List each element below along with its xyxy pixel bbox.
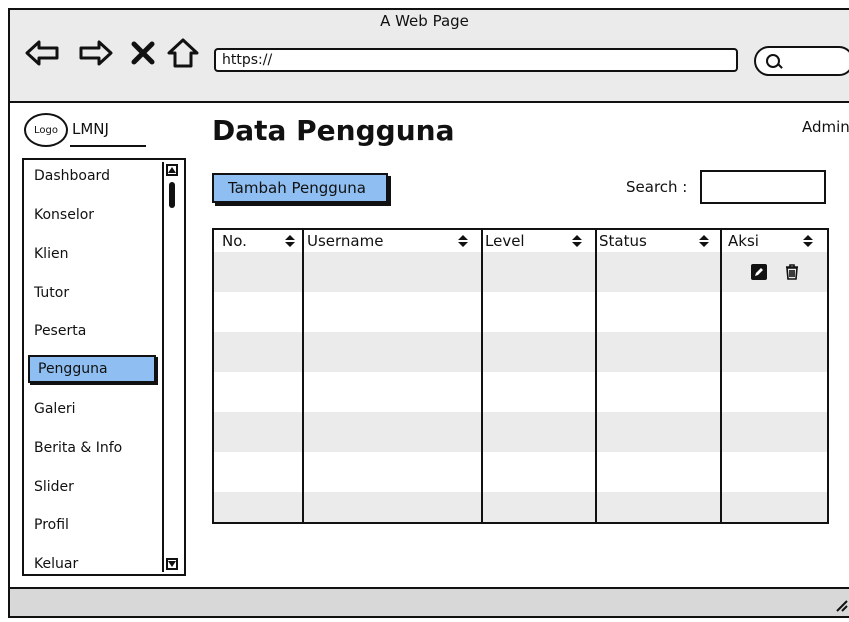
edit-icon[interactable] xyxy=(751,264,767,280)
sort-icon[interactable] xyxy=(802,234,814,248)
page-title: Data Pengguna xyxy=(212,114,455,147)
table-row xyxy=(214,412,827,452)
add-user-button[interactable]: Tambah Pengguna xyxy=(212,173,388,203)
logo: Logo xyxy=(24,113,68,147)
table-row xyxy=(214,252,827,292)
close-x-icon[interactable] xyxy=(124,34,162,72)
table-row xyxy=(214,292,827,332)
home-icon[interactable] xyxy=(164,34,202,72)
user-menu[interactable]: Admin xyxy=(802,118,849,136)
sidebar-item-tutor[interactable]: Tutor xyxy=(34,285,69,301)
users-table: No. Username Level Status Aksi xyxy=(212,228,829,524)
column-header-level[interactable]: Level xyxy=(485,232,525,250)
table-row xyxy=(214,452,827,492)
scroll-thumb[interactable] xyxy=(169,182,175,208)
sidebar-scrollbar[interactable] xyxy=(162,162,180,572)
column-header-aksi[interactable]: Aksi xyxy=(728,232,759,250)
sort-icon[interactable] xyxy=(698,234,710,248)
logo-name: LMNJ xyxy=(72,120,109,138)
trash-icon[interactable] xyxy=(784,264,800,280)
search-input[interactable] xyxy=(700,170,826,204)
sidebar-item-pengguna[interactable]: Pengguna xyxy=(28,355,156,383)
resize-grip-icon[interactable] xyxy=(834,598,848,612)
logo-underline xyxy=(70,145,146,147)
url-bar[interactable]: https:// xyxy=(214,48,738,72)
column-divider xyxy=(595,230,597,522)
forward-arrow-icon[interactable] xyxy=(76,34,114,72)
table-row xyxy=(214,492,827,522)
scroll-up-icon[interactable] xyxy=(166,164,178,176)
browser-search-button[interactable] xyxy=(754,46,849,76)
sidebar: Dashboard Konselor Klien Tutor Peserta P… xyxy=(22,158,186,576)
table-row xyxy=(214,372,827,412)
window-title: A Web Page xyxy=(380,12,469,30)
sort-icon[interactable] xyxy=(571,234,583,248)
sidebar-item-galeri[interactable]: Galeri xyxy=(34,401,76,417)
sidebar-item-peserta[interactable]: Peserta xyxy=(34,323,86,339)
sidebar-item-keluar[interactable]: Keluar xyxy=(34,556,78,572)
column-header-username[interactable]: Username xyxy=(307,232,383,250)
search-label: Search : xyxy=(626,178,688,196)
search-icon xyxy=(766,54,780,68)
back-arrow-icon[interactable] xyxy=(24,34,62,72)
sidebar-item-berita-info[interactable]: Berita & Info xyxy=(34,440,122,456)
column-header-no[interactable]: No. xyxy=(222,232,247,250)
sidebar-item-profil[interactable]: Profil xyxy=(34,517,69,533)
table-row xyxy=(214,332,827,372)
sidebar-item-konselor[interactable]: Konselor xyxy=(34,207,94,223)
scroll-down-icon[interactable] xyxy=(166,558,178,570)
browser-status-bar xyxy=(8,587,849,618)
sort-icon[interactable] xyxy=(457,234,469,248)
sidebar-item-klien[interactable]: Klien xyxy=(34,246,68,262)
sidebar-item-dashboard[interactable]: Dashboard xyxy=(34,168,110,184)
logo-mark: Logo xyxy=(34,124,58,136)
column-divider xyxy=(481,230,483,522)
column-divider xyxy=(302,230,304,522)
sort-icon[interactable] xyxy=(284,234,296,248)
column-header-status[interactable]: Status xyxy=(599,232,647,250)
sidebar-item-slider[interactable]: Slider xyxy=(34,479,74,495)
column-divider xyxy=(720,230,722,522)
